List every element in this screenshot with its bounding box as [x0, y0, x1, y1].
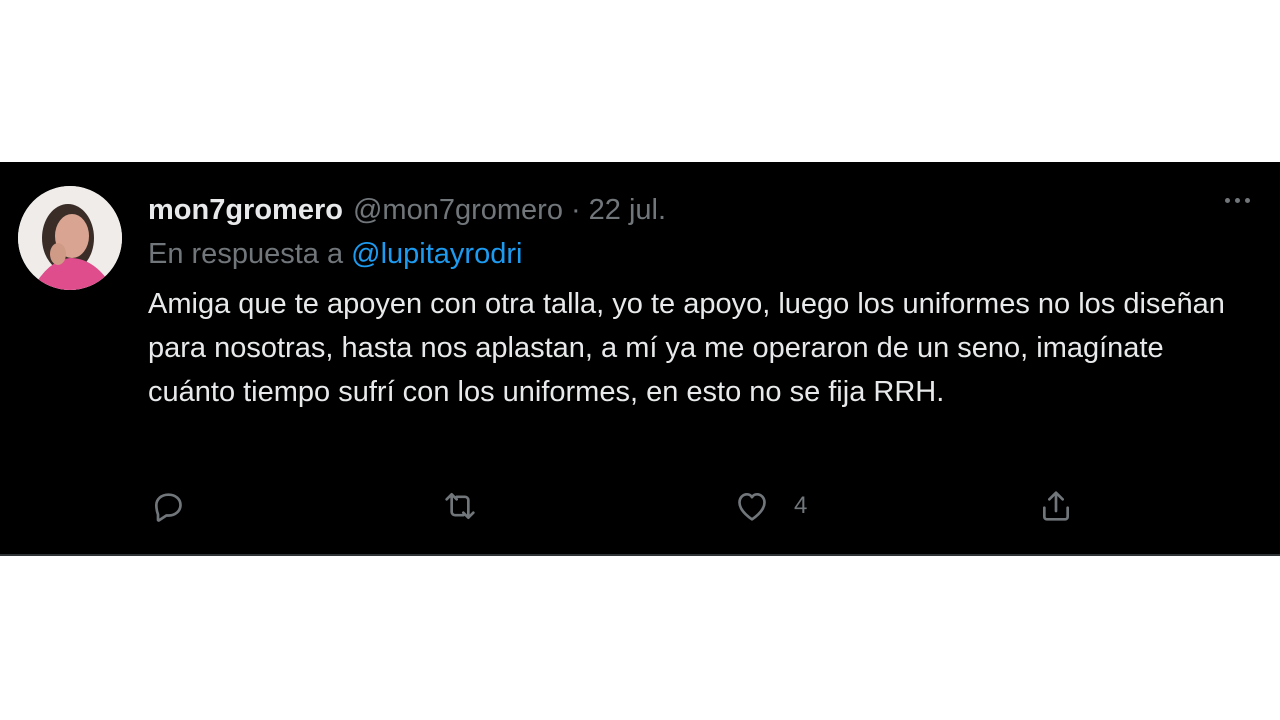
share-button[interactable]	[1036, 484, 1076, 528]
reply-prefix: En respuesta a	[148, 238, 344, 270]
display-name[interactable]: mon7gromero	[148, 194, 343, 227]
tweet-text: Amiga que te apoyen con otra talla, yo t…	[148, 288, 1225, 408]
heart-icon	[738, 493, 766, 521]
share-icon	[1043, 491, 1069, 521]
avatar-image	[18, 186, 122, 290]
reply-mention-link[interactable]: @lupitayrodri	[351, 238, 522, 270]
more-options-icon[interactable]	[1225, 198, 1250, 203]
dot	[1245, 198, 1250, 203]
tweet-header: mon7gromero @mon7gromero · 22 jul.	[148, 192, 666, 228]
like-button[interactable]: 4	[732, 484, 807, 528]
dot	[1235, 198, 1240, 203]
user-handle[interactable]: @mon7gromero	[353, 194, 563, 227]
avatar[interactable]	[18, 186, 122, 290]
like-count: 4	[794, 492, 808, 519]
retweet-button[interactable]	[438, 484, 482, 528]
tweet-date[interactable]: 22 jul.	[589, 194, 666, 227]
reply-icon	[155, 493, 182, 522]
tweet-card[interactable]: mon7gromero @mon7gromero · 22 jul. En re…	[0, 162, 1280, 556]
tweet-actions: 4	[148, 484, 1248, 528]
retweet-icon	[445, 493, 475, 519]
dot	[1225, 198, 1230, 203]
reply-context: En respuesta a @lupitayrodri	[148, 238, 522, 271]
reply-button[interactable]	[148, 484, 188, 528]
separator-dot: ·	[570, 193, 581, 226]
